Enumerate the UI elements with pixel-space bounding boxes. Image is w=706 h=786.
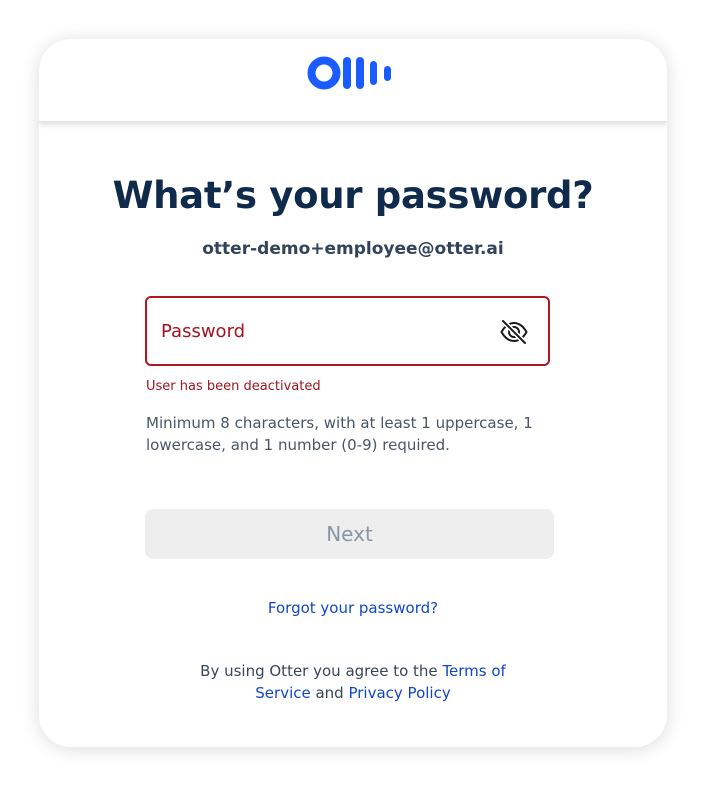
password-field[interactable] [145,296,550,366]
password-error-message: User has been deactivated [146,379,321,394]
page-title: What’s your password? [112,174,594,217]
password-requirements-hint: Minimum 8 characters, with at least 1 up… [146,414,533,454]
password-input[interactable] [161,298,491,364]
forgot-password-link[interactable]: Forgot your password? [39,597,667,619]
otter-logo-icon [307,56,391,90]
login-card: What’s your password? otter-demo+employe… [39,39,667,747]
card-header [39,39,667,122]
next-button[interactable]: Next [145,509,554,559]
eye-slash-icon[interactable] [499,317,529,347]
legal-notice: By using Otter you agree to the Terms of… [173,660,533,704]
privacy-policy-link[interactable]: Privacy Policy [348,684,450,702]
legal-prefix: By using Otter you agree to the [200,662,443,680]
account-email: otter-demo+employee@otter.ai [202,239,504,259]
legal-conjunction: and [310,684,349,702]
